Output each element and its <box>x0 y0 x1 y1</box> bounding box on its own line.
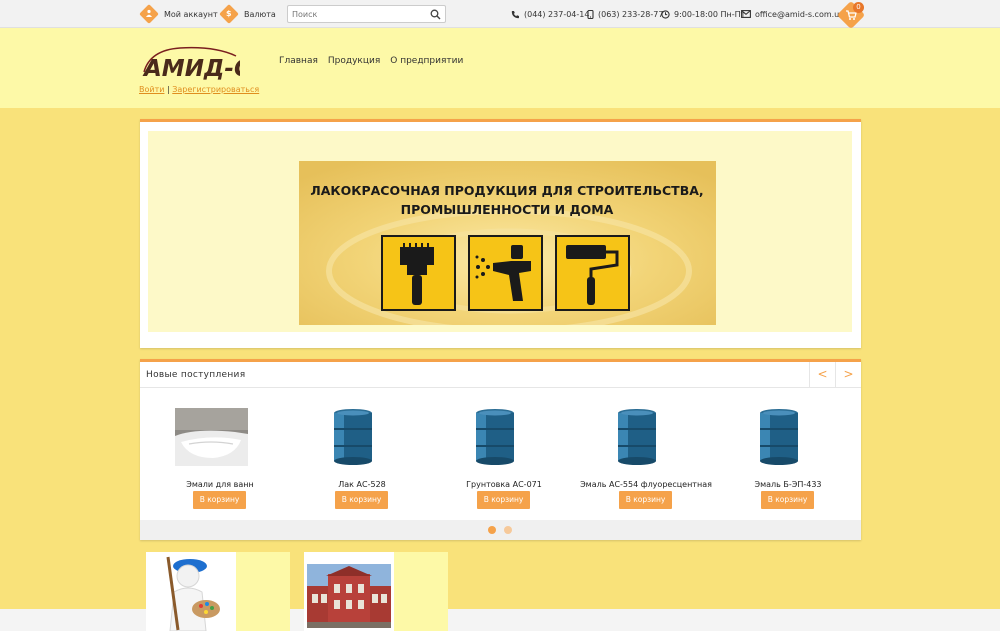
carousel-pagination <box>140 520 861 540</box>
painter-image <box>146 552 236 631</box>
nav-about[interactable]: О предприятии <box>390 56 463 66</box>
add-to-cart-button[interactable]: В корзину <box>619 491 672 509</box>
logo[interactable]: АМИД-С <box>140 42 240 84</box>
product-image[interactable] <box>601 408 674 466</box>
spray-gun-icon <box>468 235 543 311</box>
email-link[interactable]: office@amid-s.com.ua <box>741 5 844 23</box>
work-hours: 9:00-18:00 Пн-Пт <box>661 5 745 23</box>
brush-icon <box>381 235 456 311</box>
envelope-icon <box>741 10 751 18</box>
hero-banner: ЛАКОКРАСОЧНАЯ ПРОДУКЦИЯ ДЛЯ СТРОИТЕЛЬСТВ… <box>140 119 861 348</box>
product-image[interactable] <box>459 408 532 466</box>
product-name[interactable]: Грунтовка АС-071 <box>432 480 576 489</box>
add-to-cart-button[interactable]: В корзину <box>335 491 388 509</box>
product-card: Лак АС-528 В корзину <box>290 402 400 512</box>
search-box <box>287 5 446 23</box>
cart-count-badge: 0 <box>853 2 864 13</box>
carousel-dot-active[interactable] <box>488 526 496 534</box>
banner-line-2: ПРОМЫШЛЕННОСТИ И ДОМА <box>401 202 614 217</box>
currency-icon: $ <box>219 4 239 24</box>
product-name[interactable]: Лак АС-528 <box>290 480 434 489</box>
currency-menu[interactable]: $ Валюта <box>219 4 276 24</box>
nav-products[interactable]: Продукция <box>328 56 380 66</box>
banner-image[interactable]: ЛАКОКРАСОЧНАЯ ПРОДУКЦИЯ ДЛЯ СТРОИТЕЛЬСТВ… <box>299 161 716 325</box>
carousel-dot[interactable] <box>504 526 512 534</box>
phone-icon <box>511 10 519 18</box>
site-header: АМИД-С Главная Продукция О предприятии В… <box>0 28 1000 108</box>
product-card: Эмаль АС-554 флуоресцентная В корзину <box>574 402 712 512</box>
main-nav: Главная Продукция О предприятии <box>279 56 463 66</box>
product-card: Грунтовка АС-071 В корзину <box>432 402 542 512</box>
new-products-title: Новые поступления <box>146 370 246 380</box>
product-image[interactable] <box>743 408 816 466</box>
product-card: Эмаль Б-ЭП-433 В корзину <box>716 402 826 512</box>
carousel-prev-button[interactable]: < <box>809 362 835 388</box>
phone-1: (044) 237-04-14 <box>511 5 589 23</box>
svg-text:АМИД-С: АМИД-С <box>142 56 240 82</box>
building-tile[interactable] <box>304 552 448 631</box>
account-label: Мой аккаунт <box>164 9 218 19</box>
product-image[interactable] <box>175 408 248 466</box>
register-link[interactable]: Зарегистрироваться <box>172 85 259 94</box>
banner-background: ЛАКОКРАСОЧНАЯ ПРОДУКЦИЯ ДЛЯ СТРОИТЕЛЬСТВ… <box>148 131 852 332</box>
add-to-cart-button[interactable]: В корзину <box>761 491 814 509</box>
login-link[interactable]: Войти <box>139 85 164 94</box>
product-image[interactable] <box>317 408 390 466</box>
carousel-next-button[interactable]: > <box>835 362 861 388</box>
building-image <box>304 552 394 631</box>
search-icon[interactable] <box>430 9 441 20</box>
nav-home[interactable]: Главная <box>279 56 318 66</box>
search-input[interactable] <box>288 6 428 22</box>
product-card: Эмали для ванн В корзину <box>148 402 258 512</box>
banner-line-1: ЛАКОКРАСОЧНАЯ ПРОДУКЦИЯ ДЛЯ СТРОИТЕЛЬСТВ… <box>310 183 703 198</box>
product-name[interactable]: Эмаль Б-ЭП-433 <box>716 480 860 489</box>
product-name[interactable]: Эмаль АС-554 флуоресцентная <box>574 480 718 489</box>
add-to-cart-button[interactable]: В корзину <box>477 491 530 509</box>
new-products-header: Новые поступления < > <box>140 362 861 388</box>
account-icon <box>139 4 159 24</box>
auth-separator: | <box>167 85 170 94</box>
paint-roller-icon <box>555 235 630 311</box>
top-bar: Мой аккаунт $ Валюта (044) 237-04-14 (06… <box>0 0 1000 30</box>
product-name[interactable]: Эмали для ванн <box>148 480 292 489</box>
phone-2: (063) 233-28-77 <box>587 5 663 23</box>
mobile-icon <box>587 9 594 19</box>
account-menu[interactable]: Мой аккаунт <box>139 4 218 24</box>
add-to-cart-button[interactable]: В корзину <box>193 491 246 509</box>
auth-links: Войти | Зарегистрироваться <box>139 85 259 94</box>
new-products-section: Новые поступления < > Эмали для ванн В к… <box>140 359 861 540</box>
currency-label: Валюта <box>244 9 276 19</box>
painter-tile[interactable] <box>146 552 290 631</box>
clock-icon <box>661 9 670 19</box>
